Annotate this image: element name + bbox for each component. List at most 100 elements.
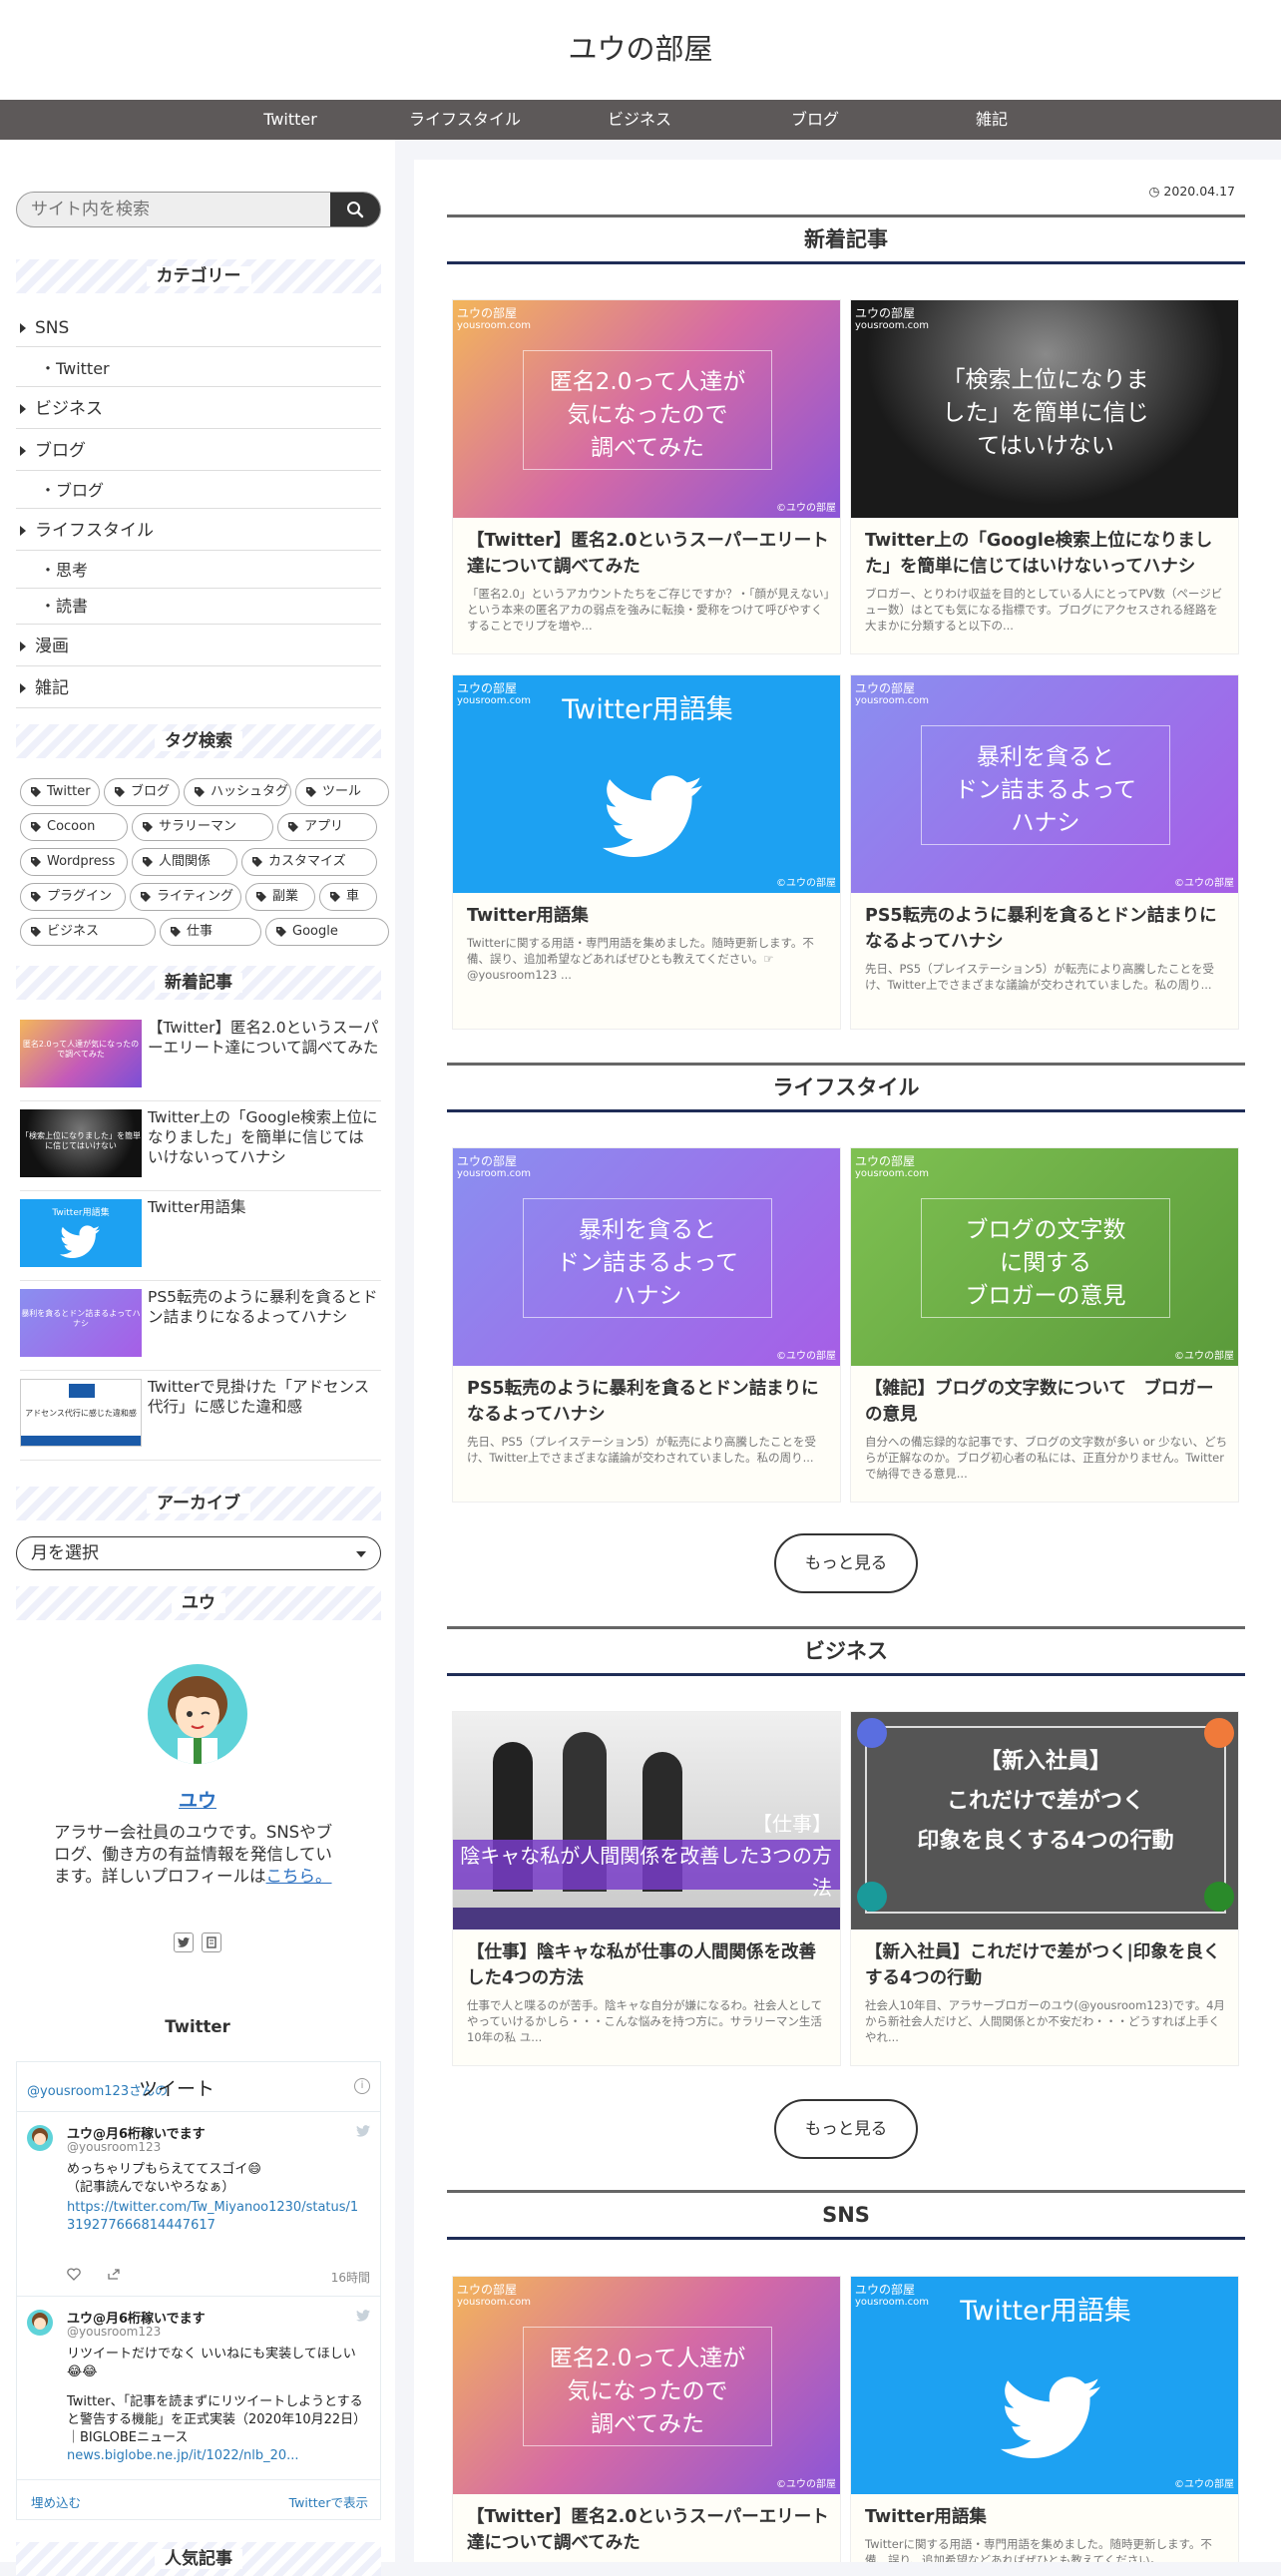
more-button-lifestyle[interactable]: もっと見る — [774, 1533, 918, 1593]
nav-item-business[interactable]: ビジネス — [550, 100, 729, 140]
tag-chip[interactable]: ブログ — [104, 778, 180, 806]
tag-chip[interactable]: 車 — [319, 883, 377, 911]
tag-chip[interactable]: 仕事 — [160, 918, 261, 946]
category-item[interactable]: SNS — [16, 309, 381, 347]
nav-item-lifestyle[interactable]: ライフスタイル — [375, 100, 555, 140]
article-card[interactable]: ユウの部屋 yousroom.com Twitter用語集 ©ユウの部屋 Twit… — [452, 674, 841, 1030]
info-icon[interactable]: i — [354, 2078, 370, 2094]
tag-icon — [31, 892, 41, 902]
tag-icon — [256, 892, 266, 902]
side-article-item[interactable]: Twitter用語集 Twitter用語集 — [20, 1193, 381, 1281]
profile-detail-link[interactable]: こちら。 — [266, 1867, 332, 1886]
article-thumbnail: 【新入社員】 これだけで差がつく 印象を良くする4つの行動 — [851, 1712, 1238, 1930]
archive-select[interactable]: 月を選択 — [16, 1536, 381, 1570]
article-thumbnail: 【仕事】 陰キャな私が人間関係を改善した3つの方法 — [453, 1712, 840, 1930]
category-item[interactable]: ライフスタイル — [16, 511, 381, 551]
tag-chip[interactable]: プラグイン — [20, 883, 126, 911]
more-button-business[interactable]: もっと見る — [774, 2099, 918, 2159]
article-card[interactable]: ユウの部屋 yousroom.com 暴利を貪ると ドン詰まるよって ハナシ ©ユ… — [850, 674, 1239, 1030]
article-card[interactable]: ユウの部屋 yousroom.com 匿名2.0って人達が 気になったので 調べて… — [452, 2276, 841, 2562]
article-thumbnail: ユウの部屋 yousroom.com Twitter用語集 ©ユウの部屋 — [453, 675, 840, 893]
tag-chip[interactable]: 人間関係 — [132, 848, 237, 876]
category-item[interactable]: ビジネス — [16, 389, 381, 429]
tag-icon — [115, 787, 125, 797]
twitter-widget-title: Twitter — [165, 2017, 230, 2036]
article-card[interactable]: ユウの部屋 yousroom.com Twitter用語集 ©ユウの部屋 Twit… — [850, 2276, 1239, 2562]
subcategory-item[interactable]: ・思考 — [16, 553, 381, 589]
tag-chip[interactable]: アプリ — [277, 813, 377, 841]
profile-name-link[interactable]: ユウ — [0, 1786, 395, 1813]
article-card[interactable]: ユウの部屋 yousroom.com 「検索上位になりま した」を簡単に信じ ては… — [850, 299, 1239, 654]
tag-chip[interactable]: Wordpress — [20, 848, 128, 876]
twitter-icon[interactable] — [174, 1932, 194, 1952]
tag-chip[interactable]: ハッシュタグ — [184, 778, 291, 806]
tag-chip[interactable]: ツール — [295, 778, 389, 806]
tag-icon — [288, 822, 298, 832]
site-header: ユウの部屋 — [0, 0, 1281, 100]
twitter-bird-icon — [356, 2310, 370, 2322]
side-article-item[interactable]: アドセンス代行に感じた違和感 Twitterで見掛けた「アドセンス代行」に感じた… — [20, 1373, 381, 1461]
subcategory-item[interactable]: ・Twitter — [16, 351, 381, 387]
subcategory-item[interactable]: ・読書 — [16, 589, 381, 625]
article-card[interactable]: 【新入社員】 これだけで差がつく 印象を良くする4つの行動 【新入社員】これだけ… — [850, 1711, 1239, 2066]
caret-right-icon — [20, 525, 26, 536]
article-thumbnail: 暴利を貪るとドン詰まるよってハナシ — [20, 1289, 142, 1357]
nav-item-twitter[interactable]: Twitter — [201, 100, 380, 140]
side-article-item[interactable]: 匿名2.0って人達が気になったので調べてみた 【Twitter】匿名2.0という… — [20, 1014, 381, 1101]
archive-widget-title: アーカイブ — [16, 1487, 381, 1520]
twitter-bird-icon — [356, 2125, 370, 2137]
article-thumbnail: アドセンス代行に感じた違和感 — [20, 1379, 142, 1447]
nav-item-misc[interactable]: 雑記 — [902, 100, 1081, 140]
feed-icon[interactable] — [202, 1932, 221, 1952]
site-title[interactable]: ユウの部屋 — [0, 26, 1281, 68]
chevron-down-icon — [356, 1551, 366, 1557]
side-article-item[interactable]: 暴利を貪るとドン詰まるよってハナシ PS5転売のように暴利を貪るとドン詰まりにな… — [20, 1283, 381, 1371]
tag-icon — [31, 857, 41, 867]
article-card[interactable]: ユウの部屋 yousroom.com ブログの文字数 に関する ブロガーの意見 ©… — [850, 1147, 1239, 1503]
article-card[interactable]: ユウの部屋 yousroom.com 匿名2.0って人達が 気になったので 調べて… — [452, 299, 841, 654]
tag-chip[interactable]: ビジネス — [20, 918, 156, 946]
article-card[interactable]: 【仕事】 陰キャな私が人間関係を改善した3つの方法 【仕事】陰キャな私が仕事の人… — [452, 1711, 841, 2066]
avatar — [148, 1664, 247, 1764]
article-thumbnail: Twitter用語集 — [20, 1199, 142, 1267]
tag-chip[interactable]: ライティング — [130, 883, 241, 911]
profile-description: アラサー会社員のユウです。SNSやブログ、働き方の有益情報を発信しています。詳し… — [54, 1823, 333, 1886]
category-item[interactable]: 漫画 — [16, 627, 381, 666]
article-thumbnail: ユウの部屋 yousroom.com 匿名2.0って人達が 気になったので 調べて… — [453, 2277, 840, 2494]
tag-chip[interactable]: Cocoon — [20, 813, 128, 841]
tag-icon — [143, 857, 153, 867]
side-article-item[interactable]: 「検索上位になりました」を簡単に信じてはいけない Twitter上の「Googl… — [20, 1103, 381, 1191]
search-input[interactable] — [17, 193, 331, 226]
tag-icon — [31, 927, 41, 937]
side-new-title: 新着記事 — [16, 966, 381, 1000]
like-icon[interactable] — [67, 2268, 81, 2281]
tag-chip[interactable]: Twitter — [20, 778, 100, 806]
search-button[interactable] — [330, 193, 380, 226]
subcategory-item[interactable]: ・ブログ — [16, 473, 381, 509]
tag-icon — [252, 857, 262, 867]
tag-chip[interactable]: サラリーマン — [132, 813, 273, 841]
tag-chip[interactable]: Google — [265, 918, 389, 946]
caret-right-icon — [20, 641, 26, 651]
tweet-link[interactable]: https://twitter.com/Tw_Miyanoo1230/statu… — [67, 2199, 366, 2235]
tag-widget-title: タグ検索 — [16, 724, 381, 758]
tag-icon — [276, 927, 286, 937]
share-icon[interactable] — [107, 2268, 121, 2281]
view-on-twitter-link[interactable]: Twitterで表示 — [289, 2492, 368, 2511]
tag-icon — [31, 787, 41, 797]
article-card[interactable]: ユウの部屋 yousroom.com 暴利を貪ると ドン詰まるよって ハナシ ©ユ… — [452, 1147, 841, 1503]
twitter-bird-icon — [1001, 2376, 1100, 2458]
tag-icon — [306, 787, 316, 797]
tweet[interactable]: ユウ@月6桁稼いでます @yousroom123 リツイートだけでなく いいねに… — [17, 2298, 380, 2487]
tag-icon — [141, 892, 151, 902]
caret-right-icon — [20, 322, 26, 333]
tweet-link[interactable]: news.biglobe.ne.jp/it/1022/nlb_20... — [67, 2447, 366, 2465]
embed-link[interactable]: 埋め込む — [31, 2492, 81, 2511]
tag-chip[interactable]: 副業 — [245, 883, 315, 911]
category-item[interactable]: ブログ — [16, 431, 381, 471]
category-item[interactable]: 雑記 — [16, 668, 381, 708]
tag-chip[interactable]: カスタマイズ — [241, 848, 377, 876]
tag-icon — [330, 892, 340, 902]
tweet[interactable]: ユウ@月6桁稼いでます @yousroom123 めっちゃリプもらえててスゴイ😄… — [17, 2113, 380, 2297]
nav-item-blog[interactable]: ブログ — [725, 100, 905, 140]
